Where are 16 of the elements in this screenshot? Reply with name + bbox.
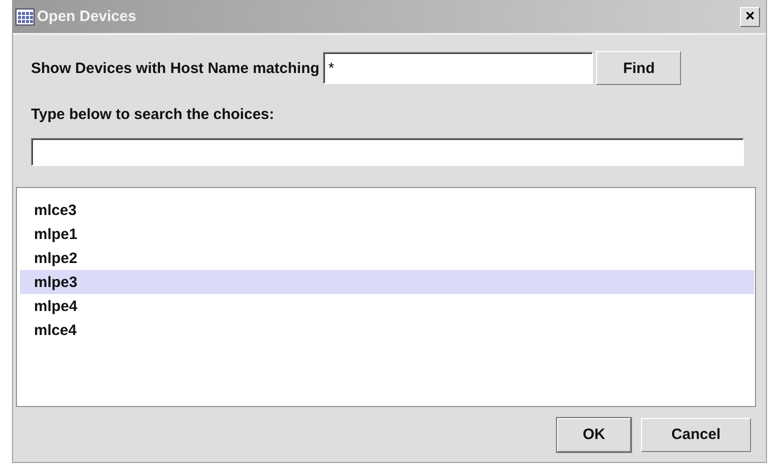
window-icon bbox=[15, 6, 35, 26]
device-item[interactable]: mlpe4 bbox=[20, 294, 754, 318]
search-label: Type below to search the choices: bbox=[31, 106, 274, 122]
cancel-button[interactable]: Cancel bbox=[641, 418, 751, 452]
device-item[interactable]: mlpe2 bbox=[20, 246, 754, 270]
device-item[interactable]: mlpe1 bbox=[20, 222, 754, 246]
device-item[interactable]: mlce3 bbox=[20, 198, 754, 222]
filter-label: Show Devices with Host Name matching bbox=[31, 60, 320, 76]
find-button[interactable]: Find bbox=[596, 51, 682, 85]
device-item[interactable]: mlpe3 bbox=[20, 270, 754, 294]
close-button[interactable]: × bbox=[740, 6, 760, 26]
host-name-field[interactable]: * bbox=[323, 52, 594, 84]
ok-button[interactable]: OK bbox=[557, 418, 631, 452]
device-item[interactable]: mlce4 bbox=[20, 318, 754, 342]
window-title: Open Devices bbox=[37, 8, 138, 25]
search-field[interactable] bbox=[31, 138, 744, 166]
